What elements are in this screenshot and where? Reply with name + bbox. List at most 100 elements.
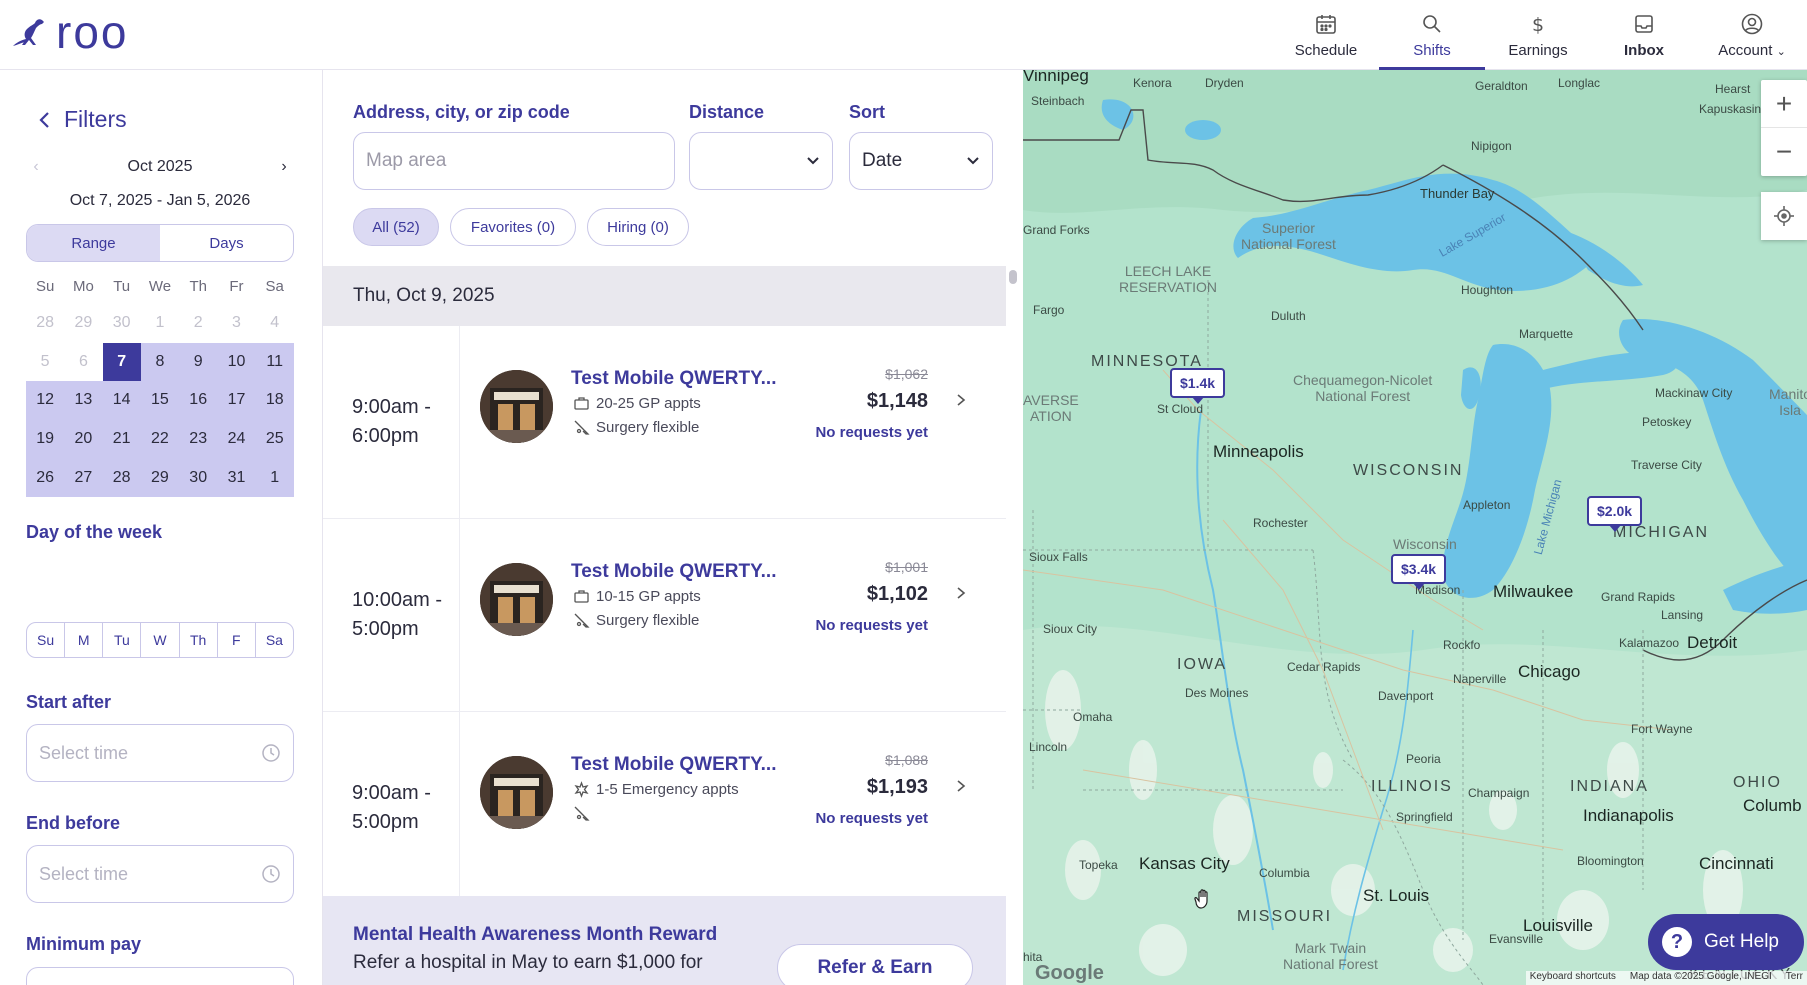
map-pin-3-4k[interactable]: $3.4k xyxy=(1391,554,1447,590)
weekday-toggle[interactable]: F xyxy=(218,623,256,657)
calendar-day[interactable]: 30 xyxy=(103,304,141,343)
calendar-day[interactable]: 18 xyxy=(255,381,294,420)
get-help-button[interactable]: ? Get Help xyxy=(1648,914,1804,970)
calendar-day[interactable]: 14 xyxy=(102,381,141,420)
shift-row[interactable]: 9:00am - 5:00pm Test Mobile QWERTY... 1-5 E… xyxy=(323,712,1006,905)
shift-time: 10:00am - 5:00pm xyxy=(323,519,460,711)
prev-month-button[interactable]: ‹ xyxy=(26,158,46,176)
filters-back[interactable]: Filters xyxy=(38,106,127,133)
weekday-toggle[interactable]: M xyxy=(65,623,104,657)
google-logo: Google xyxy=(1035,962,1104,984)
calendar-day[interactable]: 1 xyxy=(255,458,294,497)
day-of-week-label: Day of the week xyxy=(26,522,163,542)
shift-old-price: $1,001 xyxy=(885,559,928,575)
map-label-grand-rapids: Grand Rapids xyxy=(1601,590,1676,604)
calendar-day[interactable]: 12 xyxy=(26,381,65,420)
briefcase-icon xyxy=(574,397,589,410)
calendar-day[interactable]: 10 xyxy=(217,342,256,382)
nav-earnings[interactable]: $ Earnings xyxy=(1485,0,1591,70)
calendar-day[interactable]: 30 xyxy=(179,458,218,497)
calendar-day[interactable]: 29 xyxy=(140,458,180,497)
zoom-out-button[interactable]: − xyxy=(1761,128,1807,176)
nav-shifts[interactable]: Shifts xyxy=(1379,0,1485,70)
map-label-traverse: Traverse City xyxy=(1631,458,1702,472)
shift-title[interactable]: Test Mobile QWERTY... xyxy=(571,368,777,390)
weekday-toggle[interactable]: Su xyxy=(27,623,66,657)
chip-favorites[interactable]: Favorites (0) xyxy=(450,208,576,246)
calendar-day[interactable]: 24 xyxy=(217,419,256,459)
start-after-input[interactable]: Select time xyxy=(26,724,294,782)
weekday-toggle[interactable]: Sa xyxy=(256,623,293,657)
calendar-day[interactable]: 15 xyxy=(140,381,180,420)
scrollbar-thumb[interactable] xyxy=(1009,270,1017,284)
scalpel-icon xyxy=(574,806,590,821)
calendar-day[interactable]: 4 xyxy=(256,304,294,343)
clinic-photo xyxy=(480,370,553,443)
calendar-day[interactable]: 3 xyxy=(217,304,255,343)
calendar-day[interactable]: 8 xyxy=(140,342,180,382)
calendar-day[interactable]: 25 xyxy=(255,419,294,459)
calendar-day[interactable]: 6 xyxy=(64,343,102,382)
promo-title: Mental Health Awareness Month Reward xyxy=(353,924,718,945)
shift-surgery xyxy=(573,805,596,822)
map-label-leech-lake: LEECH LAKE RESERVATION xyxy=(1119,263,1218,295)
end-before-input[interactable]: Select time xyxy=(26,845,294,903)
nav-account[interactable]: Account ⌄ xyxy=(1697,0,1807,70)
calendar-day[interactable]: 23 xyxy=(179,419,218,459)
distance-select[interactable] xyxy=(689,132,833,190)
calendar-day[interactable]: 31 xyxy=(217,458,256,497)
map-label-illinois: ILLINOIS xyxy=(1371,778,1453,795)
minimum-pay-input[interactable]: $ xyxy=(26,967,294,985)
mode-days-button[interactable]: Days xyxy=(160,225,293,261)
chip-all[interactable]: All (52) xyxy=(353,208,439,246)
calendar-day[interactable]: 16 xyxy=(179,381,218,420)
calendar-day[interactable]: 27 xyxy=(64,458,103,497)
calendar-day[interactable]: 1 xyxy=(141,304,179,343)
calendar-day[interactable]: 2 xyxy=(179,304,217,343)
calendar-day[interactable]: 13 xyxy=(64,381,103,420)
calendar-day[interactable]: 28 xyxy=(102,458,141,497)
calendar-day[interactable]: 9 xyxy=(179,342,218,382)
calendar-day[interactable]: 29 xyxy=(64,304,102,343)
calendar-day[interactable]: 22 xyxy=(140,419,180,459)
map-pin-2-0k[interactable]: $2.0k xyxy=(1587,496,1643,532)
weekday-toggle[interactable]: W xyxy=(141,623,180,657)
calendar-day[interactable]: 7 xyxy=(102,342,141,382)
address-input[interactable]: Map area xyxy=(353,132,675,190)
shift-detail-text: 10-15 GP appts xyxy=(596,588,701,605)
svg-text:$: $ xyxy=(1532,14,1544,36)
terms-link[interactable]: Terr xyxy=(1786,971,1803,985)
calendar-day[interactable]: 20 xyxy=(64,419,103,459)
mode-range-button[interactable]: Range xyxy=(27,225,160,261)
calendar-day[interactable]: 21 xyxy=(102,419,141,459)
map-label-evansville: Evansville xyxy=(1489,932,1544,946)
refer-earn-button[interactable]: Refer & Earn xyxy=(777,944,973,985)
calendar-icon xyxy=(1316,14,1336,34)
keyboard-shortcuts-link[interactable]: Keyboard shortcuts xyxy=(1530,971,1616,985)
nav-schedule[interactable]: Schedule xyxy=(1273,0,1379,70)
shift-title[interactable]: Test Mobile QWERTY... xyxy=(571,561,777,583)
weekday-toggle[interactable]: Tu xyxy=(103,623,142,657)
roo-logo[interactable]: roo xyxy=(12,6,129,58)
nav-inbox[interactable]: Inbox xyxy=(1591,0,1697,70)
calendar-day[interactable]: 26 xyxy=(26,458,65,497)
calendar-day[interactable]: 19 xyxy=(26,419,65,459)
locate-button[interactable] xyxy=(1761,192,1807,240)
calendar-day[interactable]: 17 xyxy=(217,381,256,420)
shift-title[interactable]: Test Mobile QWERTY... xyxy=(571,754,777,776)
calendar-day[interactable]: 5 xyxy=(26,343,64,382)
next-month-button[interactable]: › xyxy=(274,158,294,176)
brand-name: roo xyxy=(56,6,129,58)
sort-select[interactable]: Date xyxy=(849,132,993,190)
chip-hiring[interactable]: Hiring (0) xyxy=(587,208,689,246)
calendar-day[interactable]: 28 xyxy=(26,304,64,343)
weekday-toggle[interactable]: Th xyxy=(180,623,218,657)
zoom-in-button[interactable]: + xyxy=(1761,80,1807,128)
shift-row[interactable]: 10:00am - 5:00pm Test Mobile QWERTY... 10-1… xyxy=(323,519,1006,712)
shift-row[interactable]: 9:00am - 6:00pm Test Mobile QWERTY... 20-25… xyxy=(323,326,1006,519)
map-view[interactable]: Vinnipeg Kenora Dryden Geraldton Longlac Hear… xyxy=(1023,70,1807,985)
chevron-down-icon xyxy=(967,157,979,165)
nav-account-label: Account ⌄ xyxy=(1718,41,1786,59)
calendar-day[interactable]: 11 xyxy=(255,342,294,382)
map-pin-1-4k[interactable]: $1.4k xyxy=(1170,368,1226,404)
